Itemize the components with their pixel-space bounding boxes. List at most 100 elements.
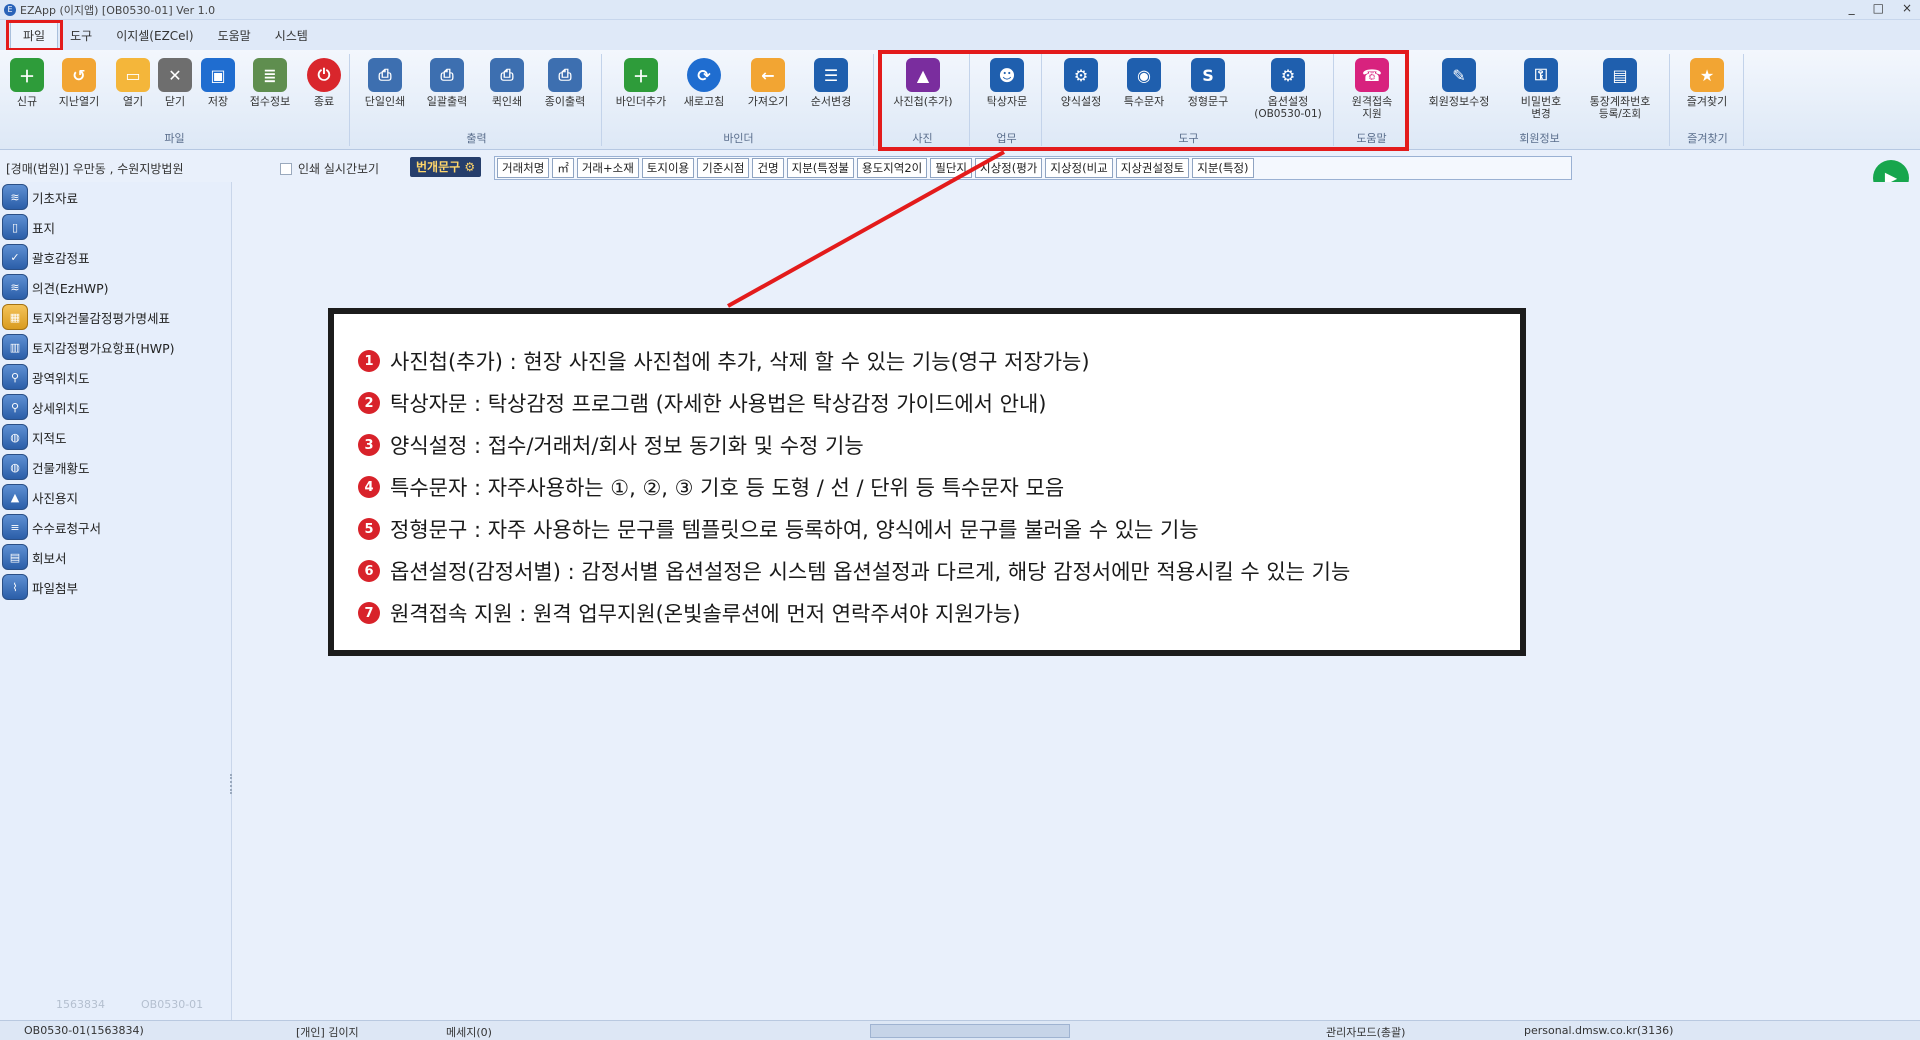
close-icon: ✕: [158, 58, 192, 92]
new-button[interactable]: ＋ 신규: [0, 58, 54, 108]
member-edit-button[interactable]: ✎ 회원정보수정: [1416, 58, 1502, 108]
phrase-chip[interactable]: 기준시점: [697, 158, 750, 178]
phrase-chip[interactable]: ㎡: [552, 158, 574, 178]
phrase-chip[interactable]: 지상정(비교: [1045, 158, 1113, 178]
sidebar-item-basic-data[interactable]: ≋ 기초자료: [0, 182, 231, 212]
menu-bar: 파일 도구 이지셀(EZCel) 도움말 시스템: [0, 20, 1920, 50]
paperclip-icon: ⌇: [2, 574, 28, 600]
sidebar-item-report[interactable]: ▤ 회보서: [0, 542, 231, 572]
stack-icon: ≋: [2, 184, 28, 210]
account-register-button[interactable]: ▤ 통장계좌번호 등록/조회: [1576, 58, 1664, 120]
close-window-button[interactable]: ×: [1902, 1, 1912, 15]
tab-ezcel[interactable]: 이지셀(EZCel): [104, 23, 205, 50]
sidebar-item-building-outline[interactable]: ◍ 건물개황도: [0, 452, 231, 482]
photo-icon: ▲: [2, 484, 28, 510]
status-bar: OB0530-01(1563834) [개인] 김이지 메세지(0) 관리자모드…: [0, 1020, 1920, 1040]
tab-file[interactable]: 파일: [10, 22, 59, 50]
pin-icon: ⚲: [2, 364, 28, 390]
group-work: ☻ 탁상자문 업무: [972, 54, 1042, 146]
floppy-icon: ▣: [201, 58, 235, 92]
quick-phrase-button[interactable]: 번개문구 ⚙: [410, 157, 482, 177]
sidebar-item-opinion[interactable]: ≋ 의견(EzHWP): [0, 272, 231, 302]
minimize-button[interactable]: _: [1849, 1, 1855, 15]
refresh-button[interactable]: ⟳ 새로고침: [677, 58, 731, 108]
phrase-chip[interactable]: 지분(특정): [1192, 158, 1254, 178]
group-photo: ▲ 사진첩(추가) 사진: [876, 54, 970, 146]
tab-system[interactable]: 시스템: [263, 23, 320, 50]
group-label-member: 회원정보: [1519, 132, 1560, 145]
phrase-chip[interactable]: 지분(특정불: [786, 158, 855, 178]
map-icon: ▥: [2, 334, 28, 360]
sidebar-footer: 1563834 OB0530-01: [56, 998, 204, 1011]
tab-help[interactable]: 도움말: [206, 23, 263, 50]
import-button[interactable]: ← 가져오기: [741, 58, 795, 108]
sidebar-item-land-summary[interactable]: ▥ 토지감정평가요항표(HWP): [0, 332, 231, 362]
sidebar-item-cover[interactable]: ▯ 표지: [0, 212, 231, 242]
sidebar-item-bracket-appraisal[interactable]: ✓ 괄호감정표: [0, 242, 231, 272]
sidebar-item-fee-invoice[interactable]: ≡ 수수료청구서: [0, 512, 231, 542]
callout-line: 6 옵션설정(감정서별) : 감정서별 옵션설정은 시스템 옵션설정과 다르게, …: [358, 550, 1496, 592]
exit-button[interactable]: ⏻ 종료: [297, 58, 351, 108]
form-gear-icon: ⚙: [1064, 58, 1098, 92]
sidebar-item-land-building-table[interactable]: ▦ 토지와건물감정평가명세표: [0, 302, 231, 332]
court-label: [경매(법원)] 우만동 , 수원지방법원: [6, 162, 184, 176]
form-settings-button[interactable]: ⚙ 양식설정: [1054, 58, 1108, 108]
callout-line: 2 탁상자문 : 탁상감정 프로그램 (자세한 사용법은 탁상감정 가이드에서 안…: [358, 382, 1496, 424]
group-help: ☎ 원격접속 지원 도움말: [1336, 54, 1408, 146]
people-icon: ☻: [990, 58, 1024, 92]
fixed-phrases-button[interactable]: S 정형문구: [1181, 58, 1235, 108]
favorites-button[interactable]: ★ 즐겨찾기: [1680, 58, 1734, 108]
secondary-toolbar: [경매(법원)] 우만동 , 수원지방법원 인쇄 실시간보기 번개문구 ⚙ 거래…: [0, 152, 1920, 182]
binder-add-button[interactable]: ＋ 바인더추가: [614, 58, 668, 108]
user-gear-icon: ⚙: [1271, 58, 1305, 92]
realtime-print-label: 인쇄 실시간보기: [298, 162, 380, 176]
phrase-chip[interactable]: 지상권설정토: [1115, 158, 1190, 178]
phrase-chip[interactable]: 필단지: [930, 158, 972, 178]
reorder-button[interactable]: ☰ 순서변경: [804, 58, 858, 108]
phrase-chip[interactable]: 지상정(평가: [974, 158, 1043, 178]
folder-icon: ▭: [116, 58, 150, 92]
group-tools: ⚙ 양식설정 ◉ 특수문자 S 정형문구 ⚙ 옵션설정 (OB0530-01) …: [1044, 54, 1334, 146]
clipboard-icon: ▤: [2, 544, 28, 570]
special-chars-button[interactable]: ◉ 특수문자: [1117, 58, 1171, 108]
phrase-chip[interactable]: 건명: [752, 158, 784, 178]
printer-all-icon: ⎙: [430, 58, 464, 92]
open-prev-button[interactable]: ↺ 지난열기: [52, 58, 106, 108]
maximize-button[interactable]: □: [1873, 1, 1884, 15]
option-settings-button[interactable]: ⚙ 옵션설정 (OB0530-01): [1244, 58, 1332, 120]
photo-album-button[interactable]: ▲ 사진첩(추가): [888, 58, 958, 108]
callout-line: 3 양식설정 : 접수/거래처/회사 정보 동기화 및 수정 기능: [358, 424, 1496, 466]
status-site: personal.dmsw.co.kr(3136): [1524, 1024, 1674, 1037]
password-change-button[interactable]: ⚿ 비밀번호 변경: [1514, 58, 1568, 120]
receipt-info-button[interactable]: ≣ 접수정보: [243, 58, 297, 108]
phrase-chip[interactable]: 토지이용: [641, 158, 695, 178]
status-messages[interactable]: 메세지(0): [446, 1024, 492, 1040]
sidebar-item-photo-sheet[interactable]: ▲ 사진용지: [0, 482, 231, 512]
group-label-help: 도움말: [1356, 132, 1387, 145]
batch-print-button[interactable]: ⎙ 일괄출력: [420, 58, 474, 108]
feature-callout: 1 사진첩(추가) : 현장 사진을 사진첩에 추가, 삭제 할 수 있는 기능(…: [328, 308, 1526, 656]
sidebar-item-file-attach[interactable]: ⌇ 파일첨부: [0, 572, 231, 602]
quick-print-button[interactable]: ⎙ 퀵인쇄: [480, 58, 534, 108]
sidebar-item-detail-location[interactable]: ⚲ 상세위치도: [0, 392, 231, 422]
phrase-chip[interactable]: 거래처명: [497, 158, 550, 178]
desk-consult-button[interactable]: ☻ 탁상자문: [980, 58, 1034, 108]
window-title: EZApp (이지앱) [OB0530-01] Ver 1.0: [20, 3, 216, 17]
phrase-chip[interactable]: 용도지역2이: [857, 158, 928, 178]
phrase-chip[interactable]: 거래+소재: [576, 158, 639, 178]
save-button[interactable]: ▣ 저장: [191, 58, 245, 108]
printer-paper-icon: ⎙: [548, 58, 582, 92]
single-print-button[interactable]: ⎙ 단일인쇄: [358, 58, 412, 108]
status-mode: 관리자모드(총괄): [1326, 1026, 1406, 1039]
special-char-icon: ◉: [1127, 58, 1161, 92]
checkbox-box[interactable]: [280, 162, 292, 175]
realtime-print-checkbox[interactable]: 인쇄 실시간보기: [280, 160, 379, 177]
tab-tools[interactable]: 도구: [58, 23, 104, 50]
paper-print-button[interactable]: ⎙ 종이출력: [538, 58, 592, 108]
sidebar-item-cadastral-map[interactable]: ◍ 지적도: [0, 422, 231, 452]
document-icon: ▯: [2, 214, 28, 240]
remote-support-button[interactable]: ☎ 원격접속 지원: [1345, 58, 1399, 120]
callout-line: 5 정형문구 : 자주 사용하는 문구를 템플릿으로 등록하여, 양식에서 문구를…: [358, 508, 1496, 550]
sidebar-item-wide-location[interactable]: ⚲ 광역위치도: [0, 362, 231, 392]
globe-icon: ◍: [2, 424, 28, 450]
